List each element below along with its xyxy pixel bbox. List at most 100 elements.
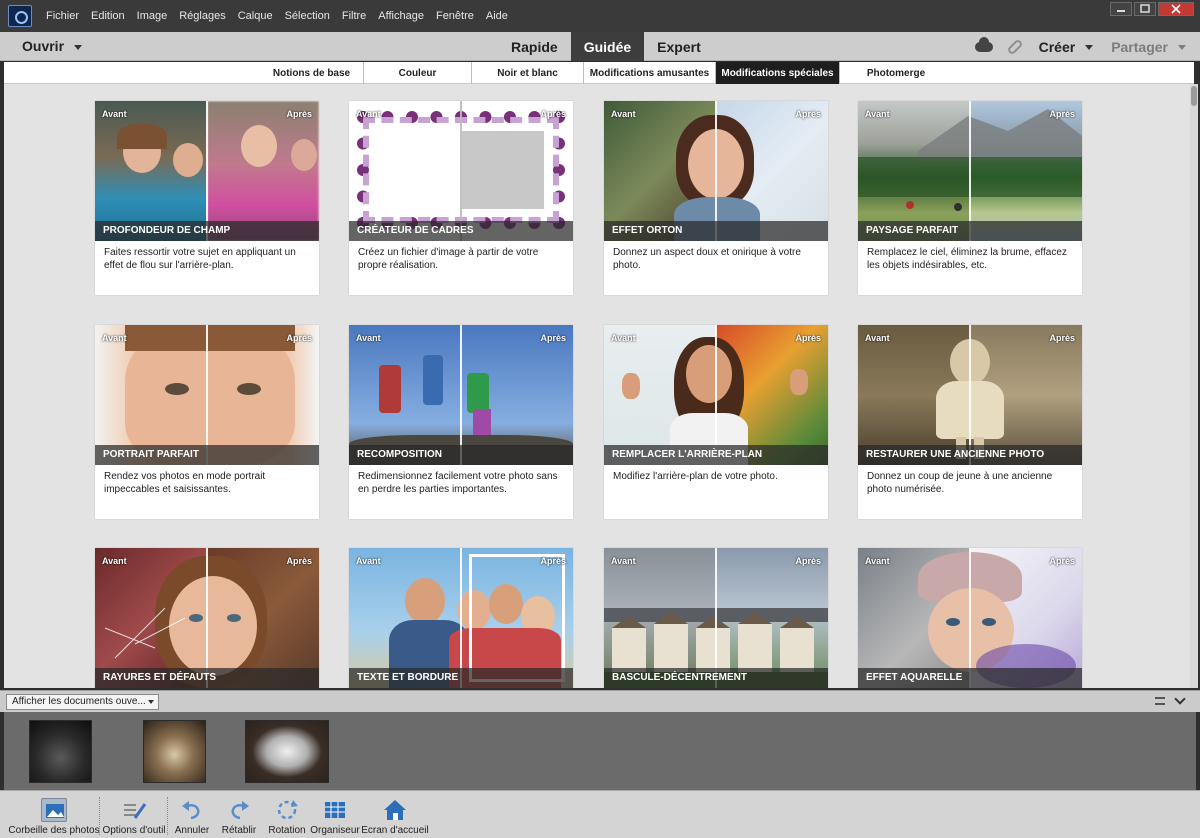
rotate-button[interactable]: Rotation	[265, 791, 309, 838]
home-screen-button[interactable]: Ecran d'accueil	[361, 791, 429, 838]
tab-guidee[interactable]: Guidée	[570, 32, 645, 61]
guided-card-effet-aquarelle[interactable]: Avant Après EFFET AQUARELLE	[858, 548, 1082, 688]
menu-fenetre[interactable]: Fenêtre	[430, 10, 480, 22]
open-dropdown[interactable]: Ouvrir	[22, 38, 83, 54]
card-preview-image: Avant Après RAYURES ET DÉFAUTS	[95, 548, 319, 688]
after-label: Après	[286, 109, 312, 119]
photo-thumbnail[interactable]	[245, 720, 329, 783]
mode-bar: Ouvrir Rapide Guidée Expert Créer Partag…	[0, 32, 1200, 61]
photo-thumbnail[interactable]	[143, 720, 206, 783]
tab-rapide[interactable]: Rapide	[498, 32, 571, 61]
card-description: Redimensionnez facilement votre photo sa…	[358, 471, 558, 495]
card-title: CRÉATEUR DE CADRES	[349, 221, 573, 241]
share-label: Partager	[1111, 38, 1168, 55]
category-modifications-amusantes[interactable]: Modifications amusantes	[584, 62, 716, 84]
show-documents-select[interactable]: Afficher les documents ouve...	[6, 694, 159, 710]
guided-card-restaurer-ancienne-photo[interactable]: Avant Après RESTAURER UNE ANCIENNE PHOTO…	[858, 325, 1082, 519]
guided-category-bar: Notions de base Couleur Noir et blanc Mo…	[4, 62, 1194, 84]
tool-options-button[interactable]: Options d'outil	[102, 791, 166, 838]
chevron-down-icon	[1178, 45, 1186, 51]
after-label: Après	[286, 556, 312, 566]
menu-affichage[interactable]: Affichage	[372, 10, 430, 22]
menu-calque[interactable]: Calque	[232, 10, 279, 22]
photoshop-elements-window: Fichier Edition Image Réglages Calque Sé…	[0, 0, 1200, 838]
guided-card-profondeur-de-champ[interactable]: Avant Après PROFONDEUR DE CHAMP Faites r…	[95, 101, 319, 295]
card-preview-image: Avant Après REMPLACER L'ARRIÈRE-PLAN	[604, 325, 828, 465]
link-icon[interactable]	[1006, 38, 1024, 55]
menu-aide[interactable]: Aide	[480, 10, 514, 22]
minimize-button[interactable]	[1110, 2, 1132, 16]
toolbar-label: Rotation	[268, 825, 306, 836]
tab-expert[interactable]: Expert	[644, 32, 714, 61]
card-description: Donnez un aspect doux et onirique à votr…	[613, 247, 801, 271]
guided-card-remplacer-arriere-plan[interactable]: Avant Après REMPLACER L'ARRIÈRE-PLAN Mod…	[604, 325, 828, 519]
guided-card-bascule-decentrement[interactable]: Avant Après BASCULE-DÉCENTREMENT	[604, 548, 828, 688]
guided-card-rayures-et-defauts[interactable]: Avant Après RAYURES ET DÉFAUTS	[95, 548, 319, 688]
card-title: RECOMPOSITION	[349, 445, 573, 465]
vertical-scrollbar[interactable]	[1190, 84, 1198, 688]
card-title: EFFET ORTON	[604, 221, 828, 241]
guided-card-recomposition[interactable]: Avant Après RECOMPOSITION Redimensionnez…	[349, 325, 573, 519]
menu-selection[interactable]: Sélection	[279, 10, 336, 22]
menu-image[interactable]: Image	[131, 10, 174, 22]
before-label: Avant	[611, 109, 636, 119]
close-button[interactable]	[1158, 2, 1194, 16]
maximize-button[interactable]	[1134, 2, 1156, 16]
after-label: Après	[795, 556, 821, 566]
category-couleur[interactable]: Couleur	[364, 62, 472, 84]
photo-bin-button[interactable]: Corbeille des photos	[8, 791, 100, 838]
mode-actions: Créer Partager	[974, 32, 1186, 61]
guided-card-effet-orton[interactable]: Avant Après EFFET ORTON Donnez un aspect…	[604, 101, 828, 295]
toolbar-label: Corbeille des photos	[8, 825, 100, 836]
toolbar-label: Options d'outil	[102, 825, 166, 836]
share-button[interactable]: Partager	[1111, 39, 1186, 55]
before-after-divider	[460, 325, 462, 465]
before-label: Avant	[865, 333, 890, 343]
menu-reglages[interactable]: Réglages	[173, 10, 231, 22]
after-label: Après	[1049, 556, 1075, 566]
guided-card-createur-de-cadres[interactable]: Avant Après CRÉATEUR DE CADRES Créez un …	[349, 101, 573, 295]
category-photomerge[interactable]: Photomerge	[840, 62, 952, 84]
organizer-button[interactable]: Organiseur	[310, 791, 360, 838]
guided-edits-grid: Avant Après PROFONDEUR DE CHAMP Faites r…	[4, 84, 1190, 688]
menu-bar: Fichier Edition Image Réglages Calque Sé…	[0, 0, 1200, 32]
before-after-divider	[460, 101, 462, 241]
cloud-icon[interactable]	[974, 36, 993, 52]
guided-card-portrait-parfait[interactable]: Avant Après PORTRAIT PARFAIT Rendez vos …	[95, 325, 319, 519]
create-button[interactable]: Créer	[1039, 39, 1094, 55]
before-after-divider	[460, 548, 462, 688]
redo-button[interactable]: Rétablir	[218, 791, 260, 838]
undo-button[interactable]: Annuler	[172, 791, 212, 838]
guided-card-paysage-parfait[interactable]: Avant Après PAYSAGE PARFAIT Remplacez le…	[858, 101, 1082, 295]
card-description: Donnez un coup de jeune à une ancienne p…	[867, 471, 1053, 495]
guided-card-texte-et-bordure[interactable]: Avant Après TEXTE ET BORDURE	[349, 548, 573, 688]
card-preview-image: Avant Après EFFET AQUARELLE	[858, 548, 1082, 688]
before-label: Avant	[865, 109, 890, 119]
category-noir-et-blanc[interactable]: Noir et blanc	[472, 62, 584, 84]
card-title: RAYURES ET DÉFAUTS	[95, 668, 319, 688]
photo-thumbnail[interactable]	[29, 720, 92, 783]
before-after-divider	[715, 548, 717, 688]
home-icon	[382, 798, 408, 822]
card-preview-image: Avant Après RESTAURER UNE ANCIENNE PHOTO	[858, 325, 1082, 465]
card-title: PORTRAIT PARFAIT	[95, 445, 319, 465]
chevron-down-icon	[1085, 45, 1094, 51]
photo-bin-icon	[41, 798, 67, 822]
rotate-icon	[274, 798, 300, 822]
after-label: Après	[540, 109, 566, 119]
scrollbar-thumb[interactable]	[1191, 86, 1197, 106]
chevron-down-icon	[148, 700, 154, 704]
toolbar-label: Rétablir	[221, 825, 257, 836]
sort-icon[interactable]	[1155, 697, 1165, 705]
menu-fichier[interactable]: Fichier	[40, 10, 85, 22]
collapse-icon[interactable]	[1174, 693, 1186, 705]
card-preview-image: Avant Après PAYSAGE PARFAIT	[858, 101, 1082, 241]
menu-filtre[interactable]: Filtre	[336, 10, 372, 22]
chevron-down-icon	[74, 44, 83, 50]
before-label: Avant	[102, 109, 127, 119]
before-label: Avant	[356, 333, 381, 343]
card-title: BASCULE-DÉCENTREMENT	[604, 668, 828, 688]
menu-edition[interactable]: Edition	[85, 10, 131, 22]
category-notions-de-base[interactable]: Notions de base	[260, 62, 364, 84]
category-modifications-speciales[interactable]: Modifications spéciales	[716, 62, 840, 84]
